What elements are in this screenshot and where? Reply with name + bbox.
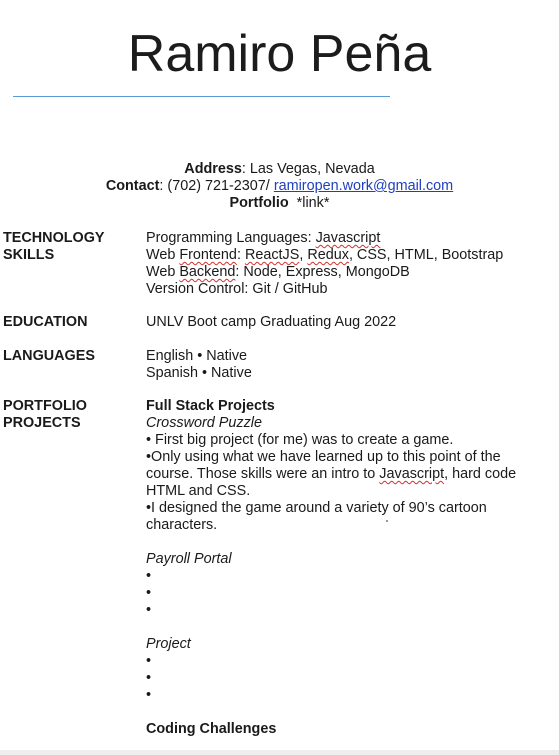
version-control-line: Version Control: Git / GitHub — [146, 281, 328, 297]
project2-title: Payroll Portal — [146, 551, 232, 567]
project3-title: Project — [146, 636, 191, 652]
address-label: Address — [184, 161, 242, 177]
react-skill: ReactJS — [244, 247, 300, 263]
section-label-technology: TECHNOLOGY SKILLS — [3, 230, 143, 264]
programming-languages-line: Programming Languages: Javascript — [146, 230, 546, 247]
contact-block: Address: Las Vegas, Nevada Contact: (702… — [0, 161, 559, 212]
contact-label: Contact — [105, 178, 160, 194]
section-label-portfolio: PORTFOLIO PROJECTS — [3, 398, 143, 432]
project1-bullet: • First big project (for me) was to crea… — [146, 432, 454, 448]
education-value: UNLV Boot camp Graduating Aug 2022 — [146, 314, 397, 330]
web-backend-rest: : Node, Express, MongoDB — [235, 264, 410, 280]
project2-bullet: • — [146, 585, 152, 601]
language-item: English • Native — [146, 348, 248, 364]
web-frontend-prefix: Web — [146, 247, 180, 263]
portfolio-line: Portfolio *link* — [0, 195, 559, 212]
project2-bullet: • — [146, 568, 152, 584]
project2-bullet: • — [146, 602, 152, 618]
project1-bullet: •Only using what we have learned up to t… — [146, 449, 536, 500]
language-item: Spanish • Native — [146, 365, 252, 381]
page-bottom-edge — [0, 750, 559, 755]
project3-bullet: • — [146, 670, 152, 686]
web-frontend-word: Frontend — [179, 247, 237, 263]
section-label-languages: LANGUAGES — [3, 348, 95, 364]
redux-skill: Redux — [307, 247, 349, 263]
web-frontend-line: Web Frontend: ReactJS, Redux, CSS, HTML,… — [146, 247, 546, 264]
portfolio-link-placeholder[interactable]: *link* — [289, 195, 330, 211]
technology-label-line2: SKILLS — [3, 247, 55, 263]
portfolio-content: Full Stack Projects Crossword Puzzle • F… — [146, 398, 536, 738]
portfolio-label-line1: PORTFOLIO — [3, 398, 87, 414]
web-backend-prefix: Web — [146, 264, 180, 280]
contact-line: Contact: (702) 721-2307/ ramiropen.work@… — [0, 178, 559, 195]
education-content: UNLV Boot camp Graduating Aug 2022 — [146, 314, 546, 331]
web-backend-word: Backend — [179, 264, 236, 280]
contact-phone: : (702) 721-2307/ — [159, 178, 274, 194]
email-link[interactable]: ramiropen.work@gmail.com — [274, 178, 453, 194]
web-backend-line: Web Backend: Node, Express, MongoDB — [146, 264, 546, 281]
programming-value: Javascript — [315, 230, 381, 246]
web-frontend-rest: , CSS, HTML, Bootstrap — [348, 247, 504, 263]
technology-label-line1: TECHNOLOGY — [3, 230, 105, 246]
portfolio-label: Portfolio — [229, 195, 289, 211]
section-label-education: EDUCATION — [3, 314, 88, 330]
project3-bullet: • — [146, 687, 152, 703]
address-value: : Las Vegas, Nevada — [241, 161, 375, 177]
project1-bullet: •I designed the game around a variety of… — [146, 500, 487, 533]
project1-title: Crossword Puzzle — [146, 415, 262, 431]
resume-name: Ramiro Peña — [127, 25, 432, 83]
languages-content: English • Native Spanish • Native — [146, 348, 546, 382]
portfolio-label-line2: PROJECTS — [3, 415, 81, 431]
full-stack-heading: Full Stack Projects — [146, 398, 275, 414]
project1-bullet2-js: Javascript — [379, 466, 445, 482]
resume-page: Ramiro Peña Address: Las Vegas, Nevada C… — [0, 0, 559, 750]
stray-mark — [386, 520, 388, 522]
programming-prefix: Programming Languages: — [146, 230, 316, 246]
project3-bullet: • — [146, 653, 152, 669]
coding-challenges-heading: Coding Challenges — [146, 721, 277, 737]
header-divider — [13, 96, 390, 97]
web-frontend-colon: : — [236, 247, 245, 263]
address-line: Address: Las Vegas, Nevada — [0, 161, 559, 178]
technology-content: Programming Languages: Javascript Web Fr… — [146, 230, 546, 298]
